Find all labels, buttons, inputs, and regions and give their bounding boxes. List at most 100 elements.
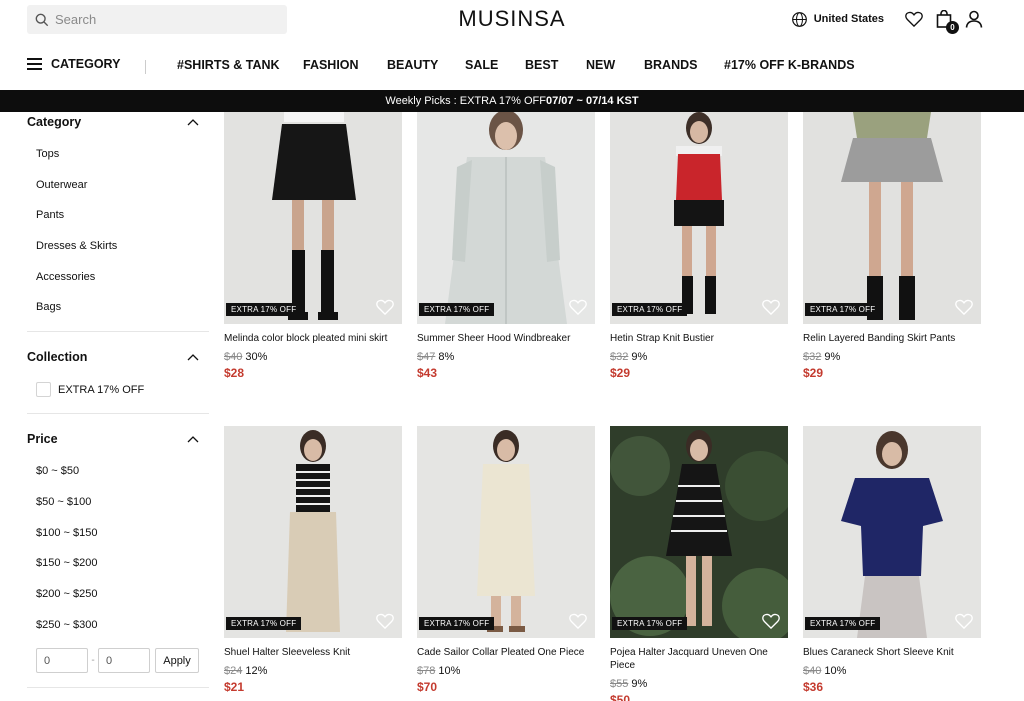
- sale-price: $43: [417, 366, 438, 380]
- product-card[interactable]: EXTRA 17% OFF Hetin Strap Knit Bustier $…: [610, 112, 788, 380]
- product-photo: [610, 426, 788, 638]
- price-option-50-100[interactable]: $50 ~ $100: [27, 487, 209, 518]
- heart-icon[interactable]: [376, 613, 394, 629]
- nav-item-shirts-tank[interactable]: #SHIRTS & TANK: [177, 58, 280, 72]
- account-button[interactable]: [964, 9, 984, 29]
- category-filter: Category Tops Outerwear Pants Dresses & …: [27, 112, 209, 333]
- sale-price: $21: [224, 680, 245, 694]
- main-nav: CATEGORY #SHIRTS & TANK FASHION BEAUTY S…: [0, 48, 1024, 82]
- search-input[interactable]: [55, 12, 275, 27]
- nav-item-sale[interactable]: SALE: [465, 58, 498, 72]
- user-icon: [965, 10, 983, 28]
- nav-item-k-brands[interactable]: #17% OFF K-BRANDS: [724, 58, 855, 72]
- nav-item-fashion[interactable]: FASHION: [303, 58, 359, 72]
- chevron-up-icon: [187, 119, 199, 126]
- nav-item-brands[interactable]: BRANDS: [644, 58, 697, 72]
- promo-tag: EXTRA 17% OFF: [226, 303, 302, 316]
- heart-icon[interactable]: [762, 613, 780, 629]
- product-card[interactable]: EXTRA 17% OFF Pojea Halter Jacquard Unev…: [610, 426, 788, 701]
- price-min-input[interactable]: [36, 648, 88, 674]
- price-filter: Price $0 ~ $50 $50 ~ $100 $100 ~ $150 $1…: [27, 414, 209, 689]
- product-name[interactable]: Blues Caraneck Short Sleeve Knit: [803, 646, 981, 659]
- product-card[interactable]: EXTRA 17% OFF Cade Sailor Collar Pleated…: [417, 426, 595, 694]
- category-option-tops[interactable]: Tops: [27, 139, 209, 170]
- product-card[interactable]: EXTRA 17% OFF Melinda color block pleate…: [224, 112, 402, 380]
- product-name[interactable]: Summer Sheer Hood Windbreaker: [417, 332, 595, 345]
- product-card[interactable]: EXTRA 17% OFF Summer Sheer Hood Windbrea…: [417, 112, 595, 380]
- price-option-0-50[interactable]: $0 ~ $50: [27, 456, 209, 487]
- region-selector[interactable]: United States: [791, 11, 884, 28]
- product-image[interactable]: EXTRA 17% OFF: [224, 426, 402, 638]
- product-card[interactable]: EXTRA 17% OFF Blues Caraneck Short Sleev…: [803, 426, 981, 694]
- category-option-bags[interactable]: Bags: [27, 292, 209, 323]
- promo-tag: EXTRA 17% OFF: [805, 617, 881, 630]
- heart-icon[interactable]: [955, 299, 973, 315]
- category-option-outerwear[interactable]: Outerwear: [27, 170, 209, 201]
- category-option-pants[interactable]: Pants: [27, 200, 209, 231]
- discount-rate: 9%: [631, 351, 648, 363]
- original-price: $78: [417, 665, 436, 677]
- heart-icon: [905, 11, 923, 27]
- discount-rate: 12%: [245, 665, 268, 677]
- collection-checkbox[interactable]: [36, 382, 51, 398]
- heart-icon[interactable]: [569, 299, 587, 315]
- price-option-250-300[interactable]: $250 ~ $300: [27, 610, 209, 641]
- filter-sidebar: Category Tops Outerwear Pants Dresses & …: [27, 112, 209, 689]
- product-image[interactable]: EXTRA 17% OFF: [224, 112, 402, 324]
- heart-icon[interactable]: [569, 613, 587, 629]
- logo[interactable]: MUSINSA: [458, 6, 565, 31]
- product-image[interactable]: EXTRA 17% OFF: [803, 426, 981, 638]
- discount-rate: 9%: [631, 678, 648, 690]
- product-name[interactable]: Hetin Strap Knit Bustier: [610, 332, 788, 345]
- globe-icon: [791, 11, 807, 27]
- heart-icon[interactable]: [376, 299, 394, 315]
- price-range: - Apply: [27, 648, 209, 674]
- original-price: $24: [224, 665, 243, 677]
- heart-icon[interactable]: [762, 299, 780, 315]
- wishlist-button[interactable]: [904, 9, 924, 29]
- original-price: $55: [610, 678, 629, 690]
- price-option-200-250[interactable]: $200 ~ $250: [27, 579, 209, 610]
- category-option-dresses-skirts[interactable]: Dresses & Skirts: [27, 231, 209, 262]
- product-image[interactable]: EXTRA 17% OFF: [803, 112, 981, 324]
- collection-option-extra-17[interactable]: EXTRA 17% OFF: [27, 382, 209, 398]
- collection-filter-header[interactable]: Collection: [27, 349, 209, 365]
- nav-item-new[interactable]: NEW: [586, 58, 615, 72]
- product-name[interactable]: Relin Layered Banding Skirt Pants: [803, 332, 981, 345]
- banner-dates: 07/07 ~ 07/14 KST: [545, 95, 639, 107]
- product-name[interactable]: Pojea Halter Jacquard Uneven One Piece: [610, 646, 788, 672]
- category-menu-button[interactable]: CATEGORY: [27, 57, 120, 71]
- price-apply-button[interactable]: Apply: [155, 648, 199, 674]
- category-filter-header[interactable]: Category: [27, 114, 209, 130]
- product-card[interactable]: EXTRA 17% OFF Relin Layered Banding Skir…: [803, 112, 981, 380]
- price-option-150-200[interactable]: $150 ~ $200: [27, 548, 209, 579]
- product-card[interactable]: EXTRA 17% OFF Shuel Halter Sleeveless Kn…: [224, 426, 402, 694]
- price-max-input[interactable]: [98, 648, 150, 674]
- search-box[interactable]: [27, 5, 287, 34]
- promo-banner[interactable]: Weekly Picks : EXTRA 17% OFF07/07 ~ 07/1…: [0, 90, 1024, 112]
- price-filter-title: Price: [27, 432, 58, 447]
- sale-price: $29: [610, 366, 631, 380]
- product-name[interactable]: Shuel Halter Sleeveless Knit: [224, 646, 402, 659]
- product-name[interactable]: Melinda color block pleated mini skirt: [224, 332, 402, 345]
- hamburger-icon: [27, 58, 42, 70]
- banner-text: Weekly Picks : EXTRA 17% OFF: [385, 95, 546, 107]
- promo-tag: EXTRA 17% OFF: [805, 303, 881, 316]
- product-image[interactable]: EXTRA 17% OFF: [610, 426, 788, 638]
- product-image[interactable]: EXTRA 17% OFF: [417, 112, 595, 324]
- product-name[interactable]: Cade Sailor Collar Pleated One Piece: [417, 646, 595, 659]
- sale-price: $36: [803, 680, 824, 694]
- category-option-accessories[interactable]: Accessories: [27, 262, 209, 293]
- cart-button[interactable]: 0: [934, 9, 959, 34]
- heart-icon[interactable]: [955, 613, 973, 629]
- collection-filter: Collection EXTRA 17% OFF: [27, 332, 209, 415]
- product-image[interactable]: EXTRA 17% OFF: [417, 426, 595, 638]
- nav-item-beauty[interactable]: BEAUTY: [387, 58, 438, 72]
- price-filter-header[interactable]: Price: [27, 431, 209, 447]
- product-image[interactable]: EXTRA 17% OFF: [610, 112, 788, 324]
- promo-tag: EXTRA 17% OFF: [612, 303, 688, 316]
- price-option-100-150[interactable]: $100 ~ $150: [27, 518, 209, 549]
- nav-item-best[interactable]: BEST: [525, 58, 558, 72]
- product-photo: [224, 426, 402, 638]
- collection-option-label: EXTRA 17% OFF: [58, 383, 145, 396]
